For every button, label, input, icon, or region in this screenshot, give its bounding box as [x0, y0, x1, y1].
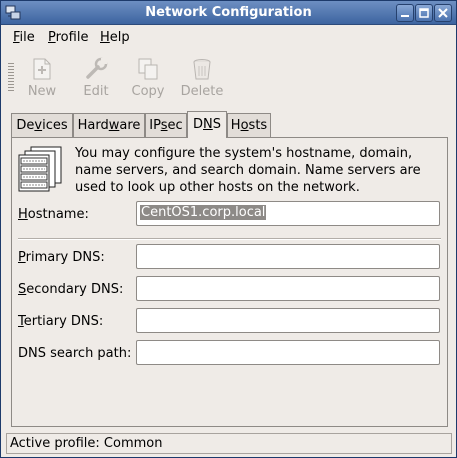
network-configuration-window: Network Configuration File Profile Help … [0, 0, 457, 458]
separator [18, 238, 441, 240]
tertiary-dns-input[interactable] [136, 308, 440, 333]
wrench-icon [86, 57, 108, 79]
dns-search-path-input[interactable] [136, 340, 440, 365]
dns-records-icon [18, 146, 62, 192]
menu-file[interactable]: File [13, 30, 35, 45]
new-button-label: New [27, 84, 57, 99]
hostname-label: Hostname: [18, 207, 89, 222]
edit-button-label: Edit [83, 84, 109, 99]
hostname-value: CentOS1.corp.local [140, 205, 267, 220]
tab-dns[interactable]: DNS [187, 111, 227, 138]
delete-button[interactable]: Delete [178, 55, 226, 101]
tab-devices[interactable]: Devices [11, 113, 73, 137]
new-icon [33, 58, 51, 80]
new-button[interactable]: New [18, 55, 66, 101]
maximize-button[interactable] [415, 4, 433, 22]
hostname-input[interactable]: CentOS1.corp.local [136, 201, 440, 226]
copy-button-label: Copy [131, 84, 165, 99]
menu-help[interactable]: Help [100, 30, 130, 45]
menu-bar: File Profile Help [1, 26, 456, 49]
status-bar: Active profile: Common [6, 433, 452, 454]
tab-hosts[interactable]: Hosts [227, 113, 271, 137]
dns-search-path-label: DNS search path: [18, 346, 132, 361]
tertiary-dns-label: Tertiary DNS: [18, 314, 104, 329]
primary-dns-input[interactable] [136, 244, 440, 269]
dns-info-text: You may configure the system's hostname,… [75, 146, 421, 195]
dns-panel: You may configure the system's hostname,… [11, 137, 448, 427]
tab-ipsec[interactable]: IPsec [145, 113, 187, 137]
window-title: Network Configuration [145, 5, 312, 20]
minimize-icon [401, 15, 409, 17]
trash-icon [193, 59, 211, 80]
copy-button[interactable]: Copy [124, 55, 172, 101]
primary-dns-label: Primary DNS: [18, 250, 105, 265]
close-icon [438, 8, 448, 18]
maximize-icon [419, 8, 429, 18]
edit-button[interactable]: Edit [72, 55, 120, 101]
toolbar-grip-handle[interactable] [8, 63, 14, 91]
secondary-dns-input[interactable] [136, 276, 440, 301]
tab-hardware[interactable]: Hardware [73, 113, 145, 137]
minimize-button[interactable] [396, 4, 414, 22]
copy-icon [138, 58, 158, 80]
menu-profile[interactable]: Profile [48, 30, 88, 45]
delete-button-label: Delete [180, 84, 224, 99]
title-bar[interactable]: Network Configuration [1, 1, 456, 25]
toolbar: New Edit Copy Delete [1, 51, 456, 103]
close-button[interactable] [434, 4, 452, 22]
secondary-dns-label: Secondary DNS: [18, 282, 124, 297]
